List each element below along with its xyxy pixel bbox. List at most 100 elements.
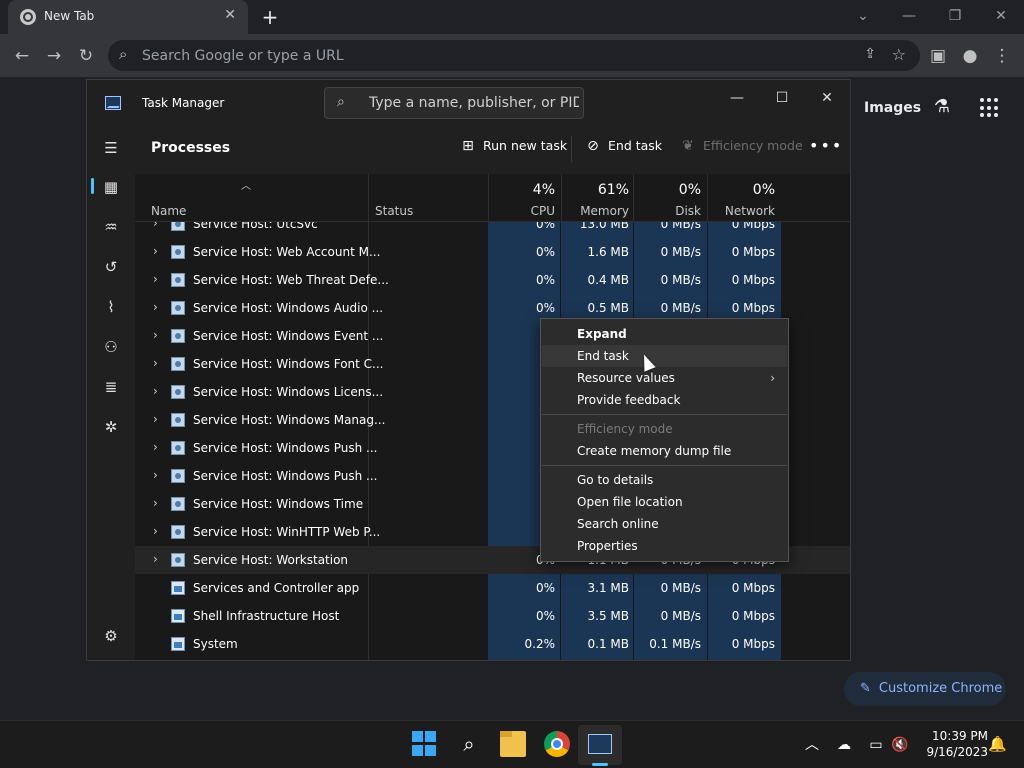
minimize-icon[interactable]: — (894, 4, 924, 28)
sidebar-item-settings[interactable]: ⚙ (99, 624, 123, 648)
chevron-right-icon[interactable]: › (153, 272, 158, 286)
taskbar-search-icon[interactable]: ⌕ (456, 731, 482, 757)
display-icon[interactable]: ▭ (866, 735, 886, 755)
process-name: Service Host: Windows Font C... (193, 357, 384, 371)
sidebar-item-app-history[interactable]: ↺ (99, 255, 123, 279)
table-row[interactable]: System 0.2% 0.1 MB 0.1 MB/s 0 Mbps (135, 630, 850, 658)
chrome-toolbar: ← → ↻ ⌕ ⇪ ☆ ▣ ● ⋮ (0, 34, 1024, 77)
col-memory-header[interactable]: Memory (561, 204, 629, 218)
file-explorer-icon[interactable] (500, 731, 526, 757)
clock-time[interactable]: 10:39 PM (914, 729, 988, 743)
reload-icon[interactable]: ↻ (74, 44, 98, 68)
col-cpu-header[interactable]: CPU (491, 204, 555, 218)
sidebar-item-processes[interactable]: ▦ (99, 175, 123, 199)
process-disk: 0 MB/s (660, 581, 701, 595)
efficiency-mode-button[interactable]: ❦ Efficiency mode (679, 138, 803, 160)
table-row[interactable]: Shell Infrastructure Host 0% 3.5 MB 0 MB/s 0… (135, 602, 850, 630)
ctx-provide-feedback[interactable]: Provide feedback (542, 389, 787, 411)
table-row[interactable]: › Service Host: Web Account M... 0% 1.6 MB 0… (135, 238, 850, 266)
start-button[interactable] (412, 731, 438, 757)
onedrive-icon[interactable]: ☁ (834, 735, 854, 755)
service-host-icon (171, 385, 185, 399)
chevron-right-icon[interactable]: › (153, 440, 158, 454)
table-row[interactable]: › Service Host: Web Threat Defe... 0% 0.4 M… (135, 266, 850, 294)
tm-minimize-icon[interactable]: — (717, 84, 757, 112)
omnibox[interactable]: ⌕ ⇪ ☆ (108, 40, 920, 71)
chevron-right-icon[interactable]: › (153, 222, 158, 230)
process-name: Service Host: Windows Audio ... (193, 301, 384, 315)
process-name: Services and Controller app (193, 581, 360, 595)
sidebar-item-users[interactable]: ⚇ (99, 335, 123, 359)
col-network-header[interactable]: Network (707, 204, 775, 218)
volume-muted-icon[interactable]: 🔇 (890, 735, 910, 755)
close-window-icon[interactable]: ✕ (986, 4, 1016, 28)
notification-bell-icon[interactable]: 🔔 (988, 735, 1007, 753)
share-icon[interactable]: ⇪ (864, 46, 876, 62)
tab-new-tab[interactable]: New Tab ✕ (8, 0, 248, 34)
ctx-open-file-location[interactable]: Open file location (542, 491, 787, 513)
tm-search-box[interactable]: ⌕ (324, 87, 584, 119)
back-icon[interactable]: ← (10, 44, 34, 68)
col-disk-header[interactable]: Disk (633, 204, 701, 218)
bookmark-star-icon[interactable]: ☆ (892, 45, 906, 64)
ctx-search-online[interactable]: Search online (542, 513, 787, 535)
chevron-right-icon[interactable]: › (153, 552, 158, 566)
ntp-images-link[interactable]: Images (864, 100, 921, 116)
forward-icon[interactable]: → (42, 44, 66, 68)
process-disk: 0 MB/s (660, 301, 701, 315)
sidebar-item-services[interactable]: ✲ (99, 415, 123, 439)
apps-grid-icon[interactable] (980, 98, 1000, 118)
hamburger-icon[interactable]: ☰ (99, 136, 123, 160)
tm-sidebar: ☰ ▦ ♒ ↺ ⌇ ⚇ ≣ ✲ ⚙ (87, 124, 135, 660)
more-options-icon[interactable]: ••• (809, 136, 843, 155)
end-task-button[interactable]: ⊘ End task (584, 138, 662, 160)
clock-date[interactable]: 9/16/2023 (914, 745, 988, 759)
efficiency-mode-label: Efficiency mode (703, 138, 803, 153)
chevron-right-icon[interactable]: › (153, 384, 158, 398)
chevron-right-icon[interactable]: › (153, 328, 158, 342)
tray-overflow-chevron-icon[interactable]: ︿ (802, 735, 822, 755)
omnibox-input[interactable] (142, 40, 842, 71)
sidebar-item-performance[interactable]: ♒ (99, 215, 123, 239)
tab-close-icon[interactable]: ✕ (224, 7, 236, 23)
sidebar-item-startup-apps[interactable]: ⌇ (99, 295, 123, 319)
process-cpu: 0% (535, 222, 555, 231)
run-new-task-button[interactable]: ⊞ Run new task (459, 138, 567, 160)
labs-flask-icon[interactable]: ⚗ (930, 96, 954, 120)
ctx-create-dump[interactable]: Create memory dump file (542, 440, 787, 462)
chevron-right-icon[interactable]: › (153, 468, 158, 482)
col-name-header[interactable]: Name (151, 204, 186, 218)
ctx-end-task[interactable]: End task (542, 345, 787, 367)
table-row[interactable]: Services and Controller app 0% 3.1 MB 0 MB/… (135, 574, 850, 602)
chevron-right-icon[interactable]: › (153, 496, 158, 510)
new-tab-button[interactable]: + (258, 5, 282, 29)
process-name: Service Host: Windows Manag... (193, 413, 386, 427)
ctx-go-to-details[interactable]: Go to details (542, 469, 787, 491)
customize-chrome-button[interactable]: ✎ Customize Chrome (844, 672, 1006, 706)
process-network: 0 Mbps (731, 222, 775, 231)
chevron-right-icon[interactable]: › (153, 244, 158, 258)
context-menu: Expand End task Resource values › Provid… (540, 318, 789, 562)
chevron-right-icon[interactable]: › (153, 300, 158, 314)
side-panel-icon[interactable]: ▣ (926, 44, 950, 68)
ctx-expand[interactable]: Expand (542, 323, 787, 345)
profile-icon[interactable]: ● (958, 44, 982, 68)
chevron-right-icon[interactable]: › (153, 412, 158, 426)
ctx-resource-values[interactable]: Resource values › (542, 367, 787, 389)
col-status-header[interactable]: Status (375, 204, 413, 218)
leaf-icon: ❦ (682, 138, 694, 154)
tab-title: New Tab (44, 9, 95, 23)
tm-close-icon[interactable]: ✕ (807, 84, 847, 112)
tm-search-input[interactable] (369, 88, 579, 118)
chevron-right-icon[interactable]: › (153, 524, 158, 538)
tm-maximize-icon[interactable]: ☐ (762, 84, 802, 112)
sidebar-item-details[interactable]: ≣ (99, 375, 123, 399)
chevron-right-icon[interactable]: › (153, 356, 158, 370)
process-cpu: 0% (535, 273, 555, 287)
tab-search-icon[interactable]: ⌄ (848, 4, 878, 28)
menu-kebab-icon[interactable]: ⋮ (990, 44, 1014, 68)
ctx-properties[interactable]: Properties (542, 535, 787, 557)
chrome-taskbar-icon[interactable] (544, 731, 570, 757)
restore-icon[interactable]: ❐ (940, 4, 970, 28)
table-row[interactable]: › Service Host: UtcSvc 0% 13.0 MB 0 MB/s 0 Mb… (135, 222, 850, 238)
